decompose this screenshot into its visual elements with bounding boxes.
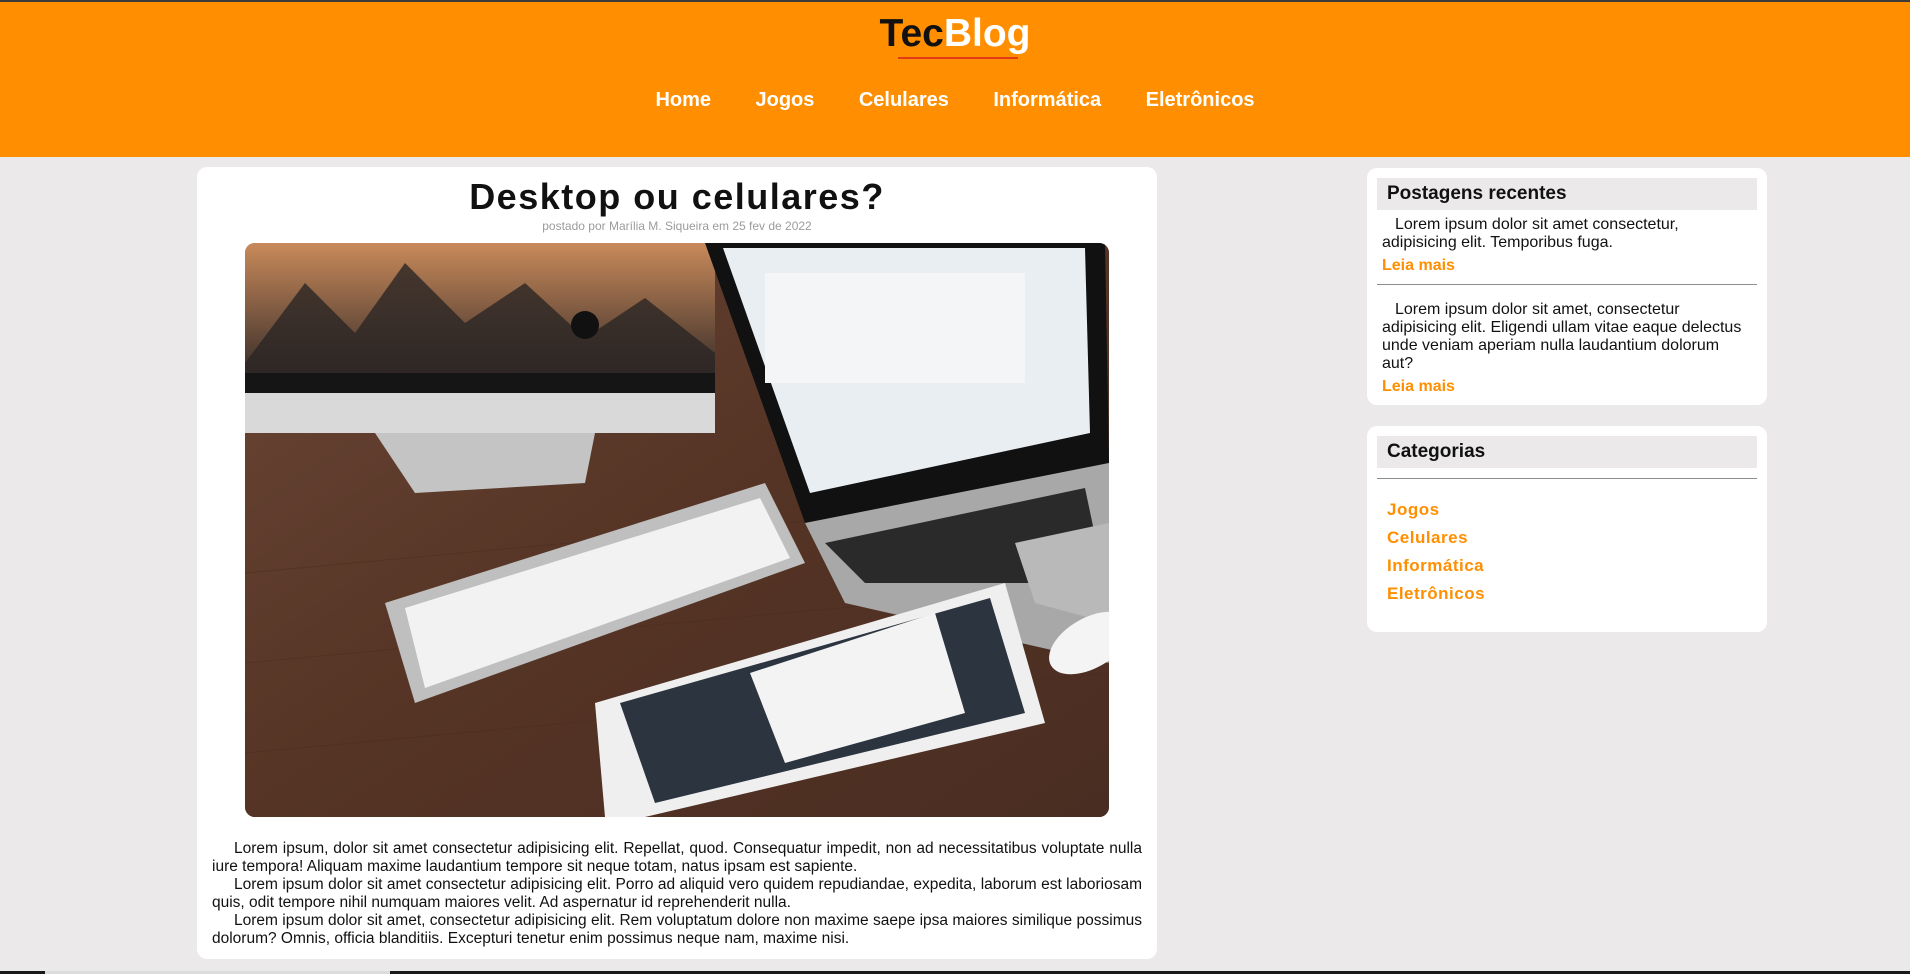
nav-jogos[interactable]: Jogos	[755, 85, 814, 115]
logo-underline	[898, 57, 1018, 59]
category-link-informatica[interactable]: Informática	[1387, 552, 1485, 580]
read-more-link[interactable]: Leia mais	[1382, 377, 1752, 397]
main-nav: Home Jogos Celulares Informática Eletrôn…	[0, 85, 1910, 115]
recent-post-excerpt: Lorem ipsum dolor sit amet consectetur, …	[1382, 216, 1679, 251]
read-more-link[interactable]: Leia mais	[1382, 256, 1752, 276]
category-link-celulares[interactable]: Celulares	[1387, 524, 1485, 552]
nav-celulares[interactable]: Celulares	[859, 85, 949, 115]
category-list: Jogos Celulares Informática Eletrônicos	[1387, 496, 1485, 608]
article-meta: postado por Marília M. Siqueira em 25 fe…	[542, 219, 812, 233]
article-paragraph: Lorem ipsum dolor sit amet consectetur a…	[212, 876, 1142, 911]
site-header: TecBlog Home Jogos Celulares Informática…	[0, 2, 1910, 157]
recent-posts-widget: Postagens recentes Lorem ipsum dolor sit…	[1367, 168, 1767, 405]
nav-eletronicos[interactable]: Eletrônicos	[1146, 85, 1255, 115]
article-title: Desktop ou celulares?	[469, 176, 885, 217]
category-link-eletronicos[interactable]: Eletrônicos	[1387, 580, 1485, 608]
recent-post-excerpt: Lorem ipsum dolor sit amet, consectetur …	[1382, 301, 1742, 372]
categories-widget: Categorias Jogos Celulares Informática E…	[1367, 426, 1767, 632]
categories-heading: Categorias	[1377, 436, 1757, 468]
article-paragraph: Lorem ipsum dolor sit amet, consectetur …	[212, 912, 1142, 947]
article-image	[245, 243, 1109, 817]
category-link-jogos[interactable]: Jogos	[1387, 496, 1485, 524]
divider	[1377, 478, 1757, 479]
recent-post-item: Lorem ipsum dolor sit amet consectetur, …	[1382, 216, 1752, 276]
article-paragraph: Lorem ipsum, dolor sit amet consectetur …	[212, 840, 1142, 875]
article-card: Desktop ou celulares? postado por Maríli…	[197, 167, 1157, 959]
nav-informatica[interactable]: Informática	[993, 85, 1101, 115]
nav-home[interactable]: Home	[655, 85, 711, 115]
recent-posts-heading: Postagens recentes	[1377, 178, 1757, 210]
site-logo[interactable]: TecBlog	[0, 12, 1910, 56]
logo-part-blog: Blog	[943, 12, 1031, 55]
desk-photo-icon	[245, 243, 1109, 817]
logo-part-tec: Tec	[879, 12, 944, 55]
article-body: Lorem ipsum, dolor sit amet consectetur …	[212, 840, 1142, 948]
divider	[1377, 284, 1757, 285]
recent-post-item: Lorem ipsum dolor sit amet, consectetur …	[1382, 301, 1752, 397]
